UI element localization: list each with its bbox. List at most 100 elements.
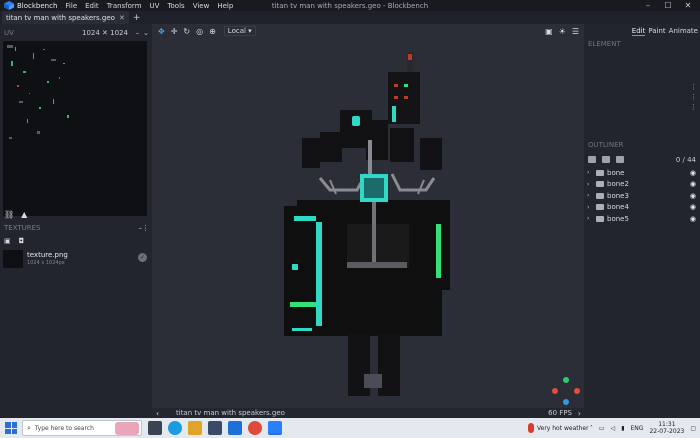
eye-icon[interactable]: ◉ bbox=[690, 169, 696, 177]
chevron-right-icon[interactable]: › bbox=[587, 204, 593, 211]
uv-map-preview bbox=[7, 45, 69, 139]
add-cube-icon[interactable] bbox=[588, 156, 596, 163]
mode-paint[interactable]: Paint bbox=[648, 27, 665, 36]
chevron-right-icon[interactable]: › bbox=[587, 215, 593, 222]
mail-icon[interactable] bbox=[228, 421, 242, 435]
taskbar-clock[interactable]: 11:31 22-07-2023 bbox=[649, 421, 684, 435]
create-texture-icon[interactable]: ◘ bbox=[19, 237, 25, 245]
menu-bar: Blockbench File Edit Transform UV Tools … bbox=[0, 0, 700, 11]
eye-icon[interactable]: ◉ bbox=[690, 203, 696, 211]
import-texture-icon[interactable]: ▣ bbox=[4, 237, 11, 245]
texture-size: 1024 x 1024px bbox=[27, 260, 65, 266]
outliner-list: › bone ◉ › bone2 ◉ › bone3 ◉ › bone4 ◉ ›… bbox=[584, 167, 700, 225]
chevron-up-icon[interactable]: ˄ bbox=[590, 425, 593, 432]
mode-switcher: Edit Paint Animate bbox=[631, 27, 698, 36]
fps-counter: 60 FPS bbox=[548, 409, 572, 417]
rotate-tool-icon[interactable]: ↻ bbox=[183, 27, 190, 36]
folder-icon bbox=[596, 169, 604, 176]
speaker-icon[interactable]: ◁ bbox=[611, 425, 616, 432]
texture-name: texture.png bbox=[27, 251, 68, 259]
outliner-selection-count: 0 / 44 bbox=[675, 155, 696, 164]
uv-resolution[interactable]: 1024 ✕ 1024 bbox=[82, 29, 128, 37]
more-options-icon[interactable]: ⋮ bbox=[142, 224, 149, 232]
language-indicator[interactable]: ENG bbox=[631, 425, 644, 432]
close-icon[interactable]: ✕ bbox=[678, 0, 698, 11]
menu-help[interactable]: Help bbox=[217, 2, 233, 10]
blockbench-taskbar-icon[interactable] bbox=[268, 421, 282, 435]
minimize-panel-icon[interactable]: – bbox=[136, 29, 140, 37]
clock-time: 11:31 bbox=[658, 421, 676, 428]
lighting-icon[interactable]: ☀ bbox=[559, 27, 566, 36]
eye-icon[interactable]: ◉ bbox=[690, 215, 696, 223]
chevron-right-icon[interactable]: › bbox=[587, 169, 593, 176]
pivot-tool-icon[interactable]: ◎ bbox=[196, 27, 203, 36]
store-icon[interactable] bbox=[208, 421, 222, 435]
menu-view[interactable]: View bbox=[193, 2, 210, 10]
folder-icon bbox=[596, 192, 604, 199]
eye-icon[interactable]: ◉ bbox=[690, 192, 696, 200]
texture-item[interactable]: texture.png 1024 x 1024px ✓ bbox=[3, 248, 149, 270]
menu-uv[interactable]: UV bbox=[150, 2, 160, 10]
bone-label: bone bbox=[607, 168, 625, 177]
textures-panel-title: TEXTURES bbox=[4, 224, 41, 232]
link-icon[interactable]: ⛓ bbox=[4, 210, 14, 219]
search-highlight-image bbox=[115, 422, 139, 435]
texture-applied-check-icon[interactable]: ✓ bbox=[138, 253, 147, 262]
add-group-icon[interactable] bbox=[602, 156, 610, 163]
minimize-icon[interactable]: – bbox=[638, 0, 658, 11]
maximize-icon[interactable]: ☐ bbox=[658, 0, 678, 11]
outliner-item-bone5[interactable]: › bone5 ◉ bbox=[584, 213, 700, 225]
chevron-right-icon[interactable]: › bbox=[587, 181, 593, 188]
bone-label: bone5 bbox=[607, 214, 629, 223]
chrome-browser-icon[interactable] bbox=[248, 421, 262, 435]
taskbar-search-input[interactable]: ⌕ Type here to search bbox=[22, 420, 142, 436]
3d-viewport[interactable] bbox=[152, 24, 584, 408]
edge-browser-icon[interactable] bbox=[168, 421, 182, 435]
outliner-item-bone4[interactable]: › bone4 ◉ bbox=[584, 202, 700, 214]
chevron-right-icon[interactable]: › bbox=[578, 409, 581, 418]
windows-start-icon[interactable] bbox=[5, 422, 17, 434]
chevron-left-icon[interactable]: ‹ bbox=[156, 409, 159, 418]
task-view-icon[interactable] bbox=[148, 421, 162, 435]
menu-file[interactable]: File bbox=[65, 2, 77, 10]
new-tab-icon[interactable]: + bbox=[133, 13, 141, 23]
more-options-icon[interactable]: ⋮ bbox=[690, 92, 697, 102]
more-options-icon[interactable]: ⋮ bbox=[690, 82, 697, 92]
tab-project[interactable]: titan tv man with speakers.geo ✕ bbox=[2, 11, 129, 24]
battery-icon[interactable]: ▮ bbox=[621, 425, 624, 432]
menu-tools[interactable]: Tools bbox=[167, 2, 184, 10]
collapse-all-icon[interactable] bbox=[616, 156, 624, 163]
viewport-menu-icon[interactable]: ☰ bbox=[572, 27, 579, 36]
network-icon[interactable]: ▭ bbox=[599, 425, 605, 432]
eye-icon[interactable]: ◉ bbox=[690, 180, 696, 188]
window-title: titan tv man with speakers.geo - Blockbe… bbox=[271, 1, 429, 10]
menu-edit[interactable]: Edit bbox=[85, 2, 99, 10]
chevron-down-icon[interactable]: ⌄ bbox=[143, 29, 149, 37]
element-panel-title: ELEMENT bbox=[588, 40, 621, 48]
more-options-icon[interactable]: ⋮ bbox=[690, 102, 697, 112]
app-name: Blockbench bbox=[17, 1, 58, 10]
transform-space-select[interactable]: Local ▾ bbox=[223, 26, 256, 36]
outliner-item-bone[interactable]: › bone ◉ bbox=[584, 167, 700, 179]
file-explorer-icon[interactable] bbox=[188, 421, 202, 435]
status-filename: titan tv man with speakers.geo bbox=[176, 409, 285, 417]
chevron-right-icon[interactable]: › bbox=[587, 192, 593, 199]
paint-bucket-icon[interactable]: ▲ bbox=[21, 210, 27, 219]
mode-edit[interactable]: Edit bbox=[631, 27, 646, 36]
weather-widget[interactable]: Very hot weather bbox=[528, 418, 589, 438]
outliner-toolbar: 0 / 44 bbox=[588, 155, 696, 164]
menu-transform[interactable]: Transform bbox=[107, 2, 142, 10]
tab-close-icon[interactable]: ✕ bbox=[119, 14, 125, 22]
move-tool-icon[interactable]: ✥ bbox=[158, 27, 165, 36]
bone-label: bone2 bbox=[607, 180, 629, 189]
notifications-icon[interactable]: ▢ bbox=[690, 425, 696, 432]
mode-animate[interactable]: Animate bbox=[669, 27, 698, 36]
resize-tool-icon[interactable]: ✛ bbox=[171, 27, 178, 36]
outliner-item-bone2[interactable]: › bone2 ◉ bbox=[584, 179, 700, 191]
uv-editor-canvas[interactable] bbox=[3, 41, 147, 216]
vertex-snap-icon[interactable]: ⊕ bbox=[209, 27, 216, 36]
viewport-toolbar: ✥ ✛ ↻ ◎ ⊕ Local ▾ ▣ ☀ ☰ bbox=[152, 24, 584, 38]
transform-space-value: Local bbox=[227, 27, 246, 35]
screenshot-icon[interactable]: ▣ bbox=[545, 27, 553, 36]
outliner-item-bone3[interactable]: › bone3 ◉ bbox=[584, 190, 700, 202]
